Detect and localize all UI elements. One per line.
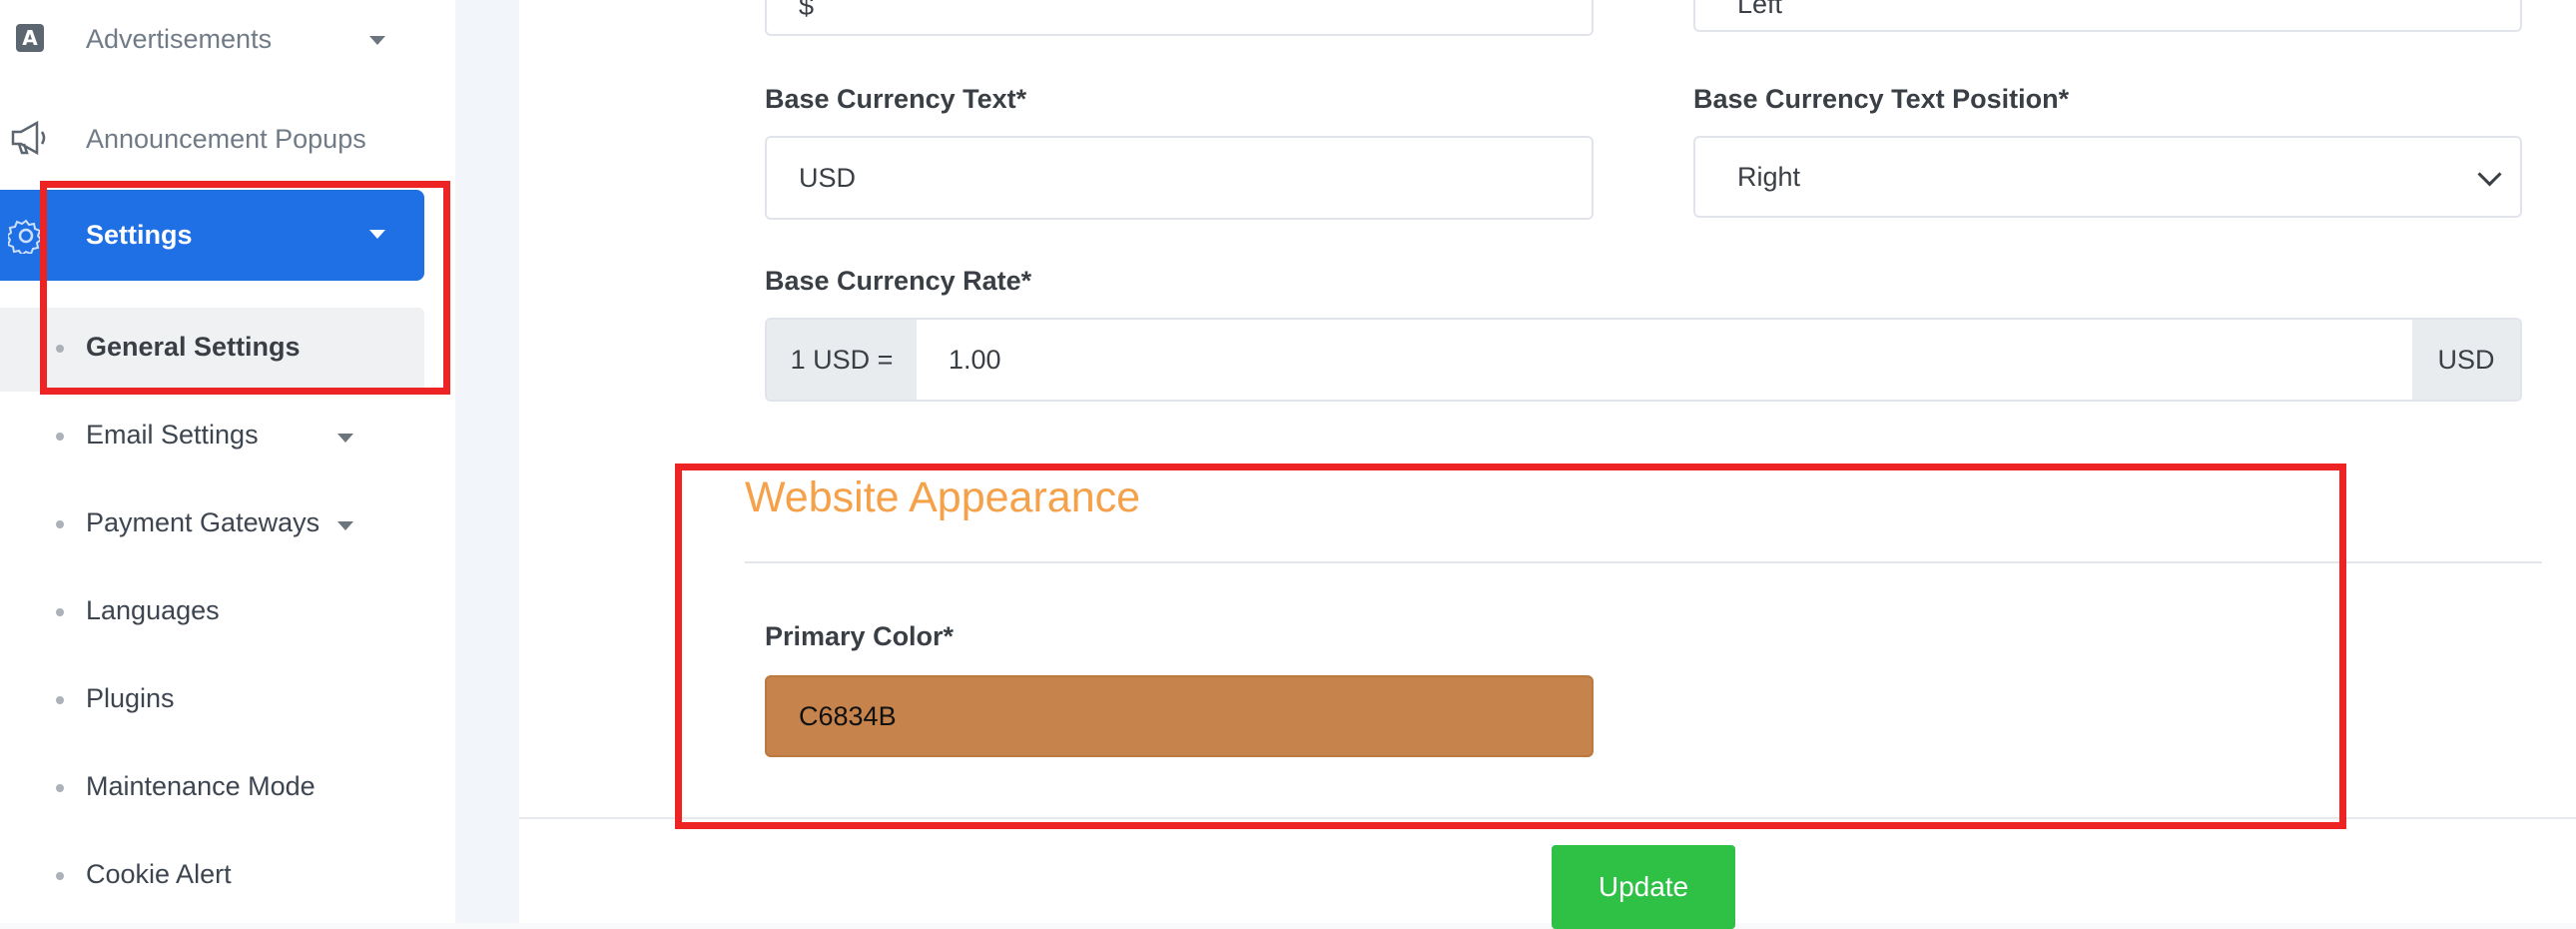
- submenu-item-label: Languages: [86, 595, 220, 625]
- gear-icon: [4, 214, 48, 258]
- svg-text:A: A: [22, 26, 38, 50]
- base-currency-rate-input[interactable]: 1.00: [917, 320, 2412, 400]
- submenu-item-plugins[interactable]: Plugins: [0, 671, 424, 731]
- input-value: USD: [799, 162, 857, 193]
- bullet-icon: [56, 784, 64, 792]
- select-value: Right: [1737, 161, 1801, 192]
- base-currency-text-position-label: Base Currency Text Position*: [1693, 84, 2070, 114]
- submenu-item-label: Plugins: [86, 683, 175, 713]
- submenu-item-email-settings[interactable]: Email Settings: [0, 408, 424, 467]
- submenu-item-label: Cookie Alert: [86, 859, 232, 889]
- rate-suffix-addon: USD: [2412, 320, 2520, 400]
- submenu-item-payment-gateways[interactable]: Payment Gateways: [0, 495, 424, 555]
- chevron-down-icon: [337, 521, 353, 530]
- base-currency-rate-group: 1 USD = 1.00 USD: [765, 318, 2522, 402]
- sidebar-item-label: Advertisements: [86, 24, 273, 54]
- card-footer-divider: [519, 817, 2576, 819]
- bullet-icon: [56, 433, 64, 441]
- sidebar-item-label: Announcement Popups: [86, 124, 366, 154]
- primary-color-label: Primary Color*: [765, 621, 955, 651]
- content-gutter: [455, 0, 519, 923]
- submenu-item-label: Maintenance Mode: [86, 771, 316, 801]
- submenu-item-label: Payment Gateways: [86, 507, 321, 537]
- megaphone-icon: [8, 116, 52, 160]
- submenu-item-general-settings[interactable]: General Settings: [0, 320, 424, 380]
- input-value: $: [799, 0, 815, 21]
- input-value: C6834B: [799, 700, 897, 731]
- bullet-icon: [56, 345, 64, 353]
- currency-symbol-position-select[interactable]: Left: [1693, 0, 2522, 32]
- currency-symbol-input[interactable]: $: [765, 0, 1594, 36]
- chevron-down-icon: [2477, 162, 2502, 187]
- section-title-website-appearance: Website Appearance: [745, 473, 1141, 521]
- sidebar: A Advertisements Announcement Popups Set…: [0, 0, 455, 923]
- select-value: Left: [1737, 0, 1783, 19]
- submenu-item-maintenance-mode[interactable]: Maintenance Mode: [0, 759, 424, 819]
- submenu-item-label: Email Settings: [86, 420, 259, 450]
- base-currency-text-input[interactable]: USD: [765, 136, 1594, 220]
- sidebar-item-settings[interactable]: Settings: [0, 190, 424, 281]
- submenu-item-languages[interactable]: Languages: [0, 583, 424, 643]
- rate-prefix-addon: 1 USD =: [767, 320, 917, 400]
- sidebar-item-advertisements[interactable]: A Advertisements: [0, 10, 424, 70]
- chevron-down-icon: [337, 434, 353, 443]
- bullet-icon: [56, 872, 64, 880]
- update-button[interactable]: Update: [1552, 845, 1735, 929]
- bullet-icon: [56, 608, 64, 616]
- base-currency-text-position-select[interactable]: Right: [1693, 136, 2522, 218]
- bullet-icon: [56, 696, 64, 704]
- submenu-item-label: General Settings: [86, 332, 301, 362]
- chevron-down-icon: [369, 230, 385, 239]
- bullet-icon: [56, 520, 64, 528]
- ad-letter-icon: A: [8, 16, 52, 60]
- primary-color-input[interactable]: C6834B: [765, 675, 1594, 757]
- chevron-down-icon: [369, 36, 385, 45]
- sidebar-item-label: Settings: [86, 220, 193, 250]
- base-currency-rate-label: Base Currency Rate*: [765, 266, 1032, 296]
- section-divider: [745, 561, 2542, 563]
- submenu-item-cookie-alert[interactable]: Cookie Alert: [0, 847, 424, 907]
- base-currency-text-label: Base Currency Text*: [765, 84, 1027, 114]
